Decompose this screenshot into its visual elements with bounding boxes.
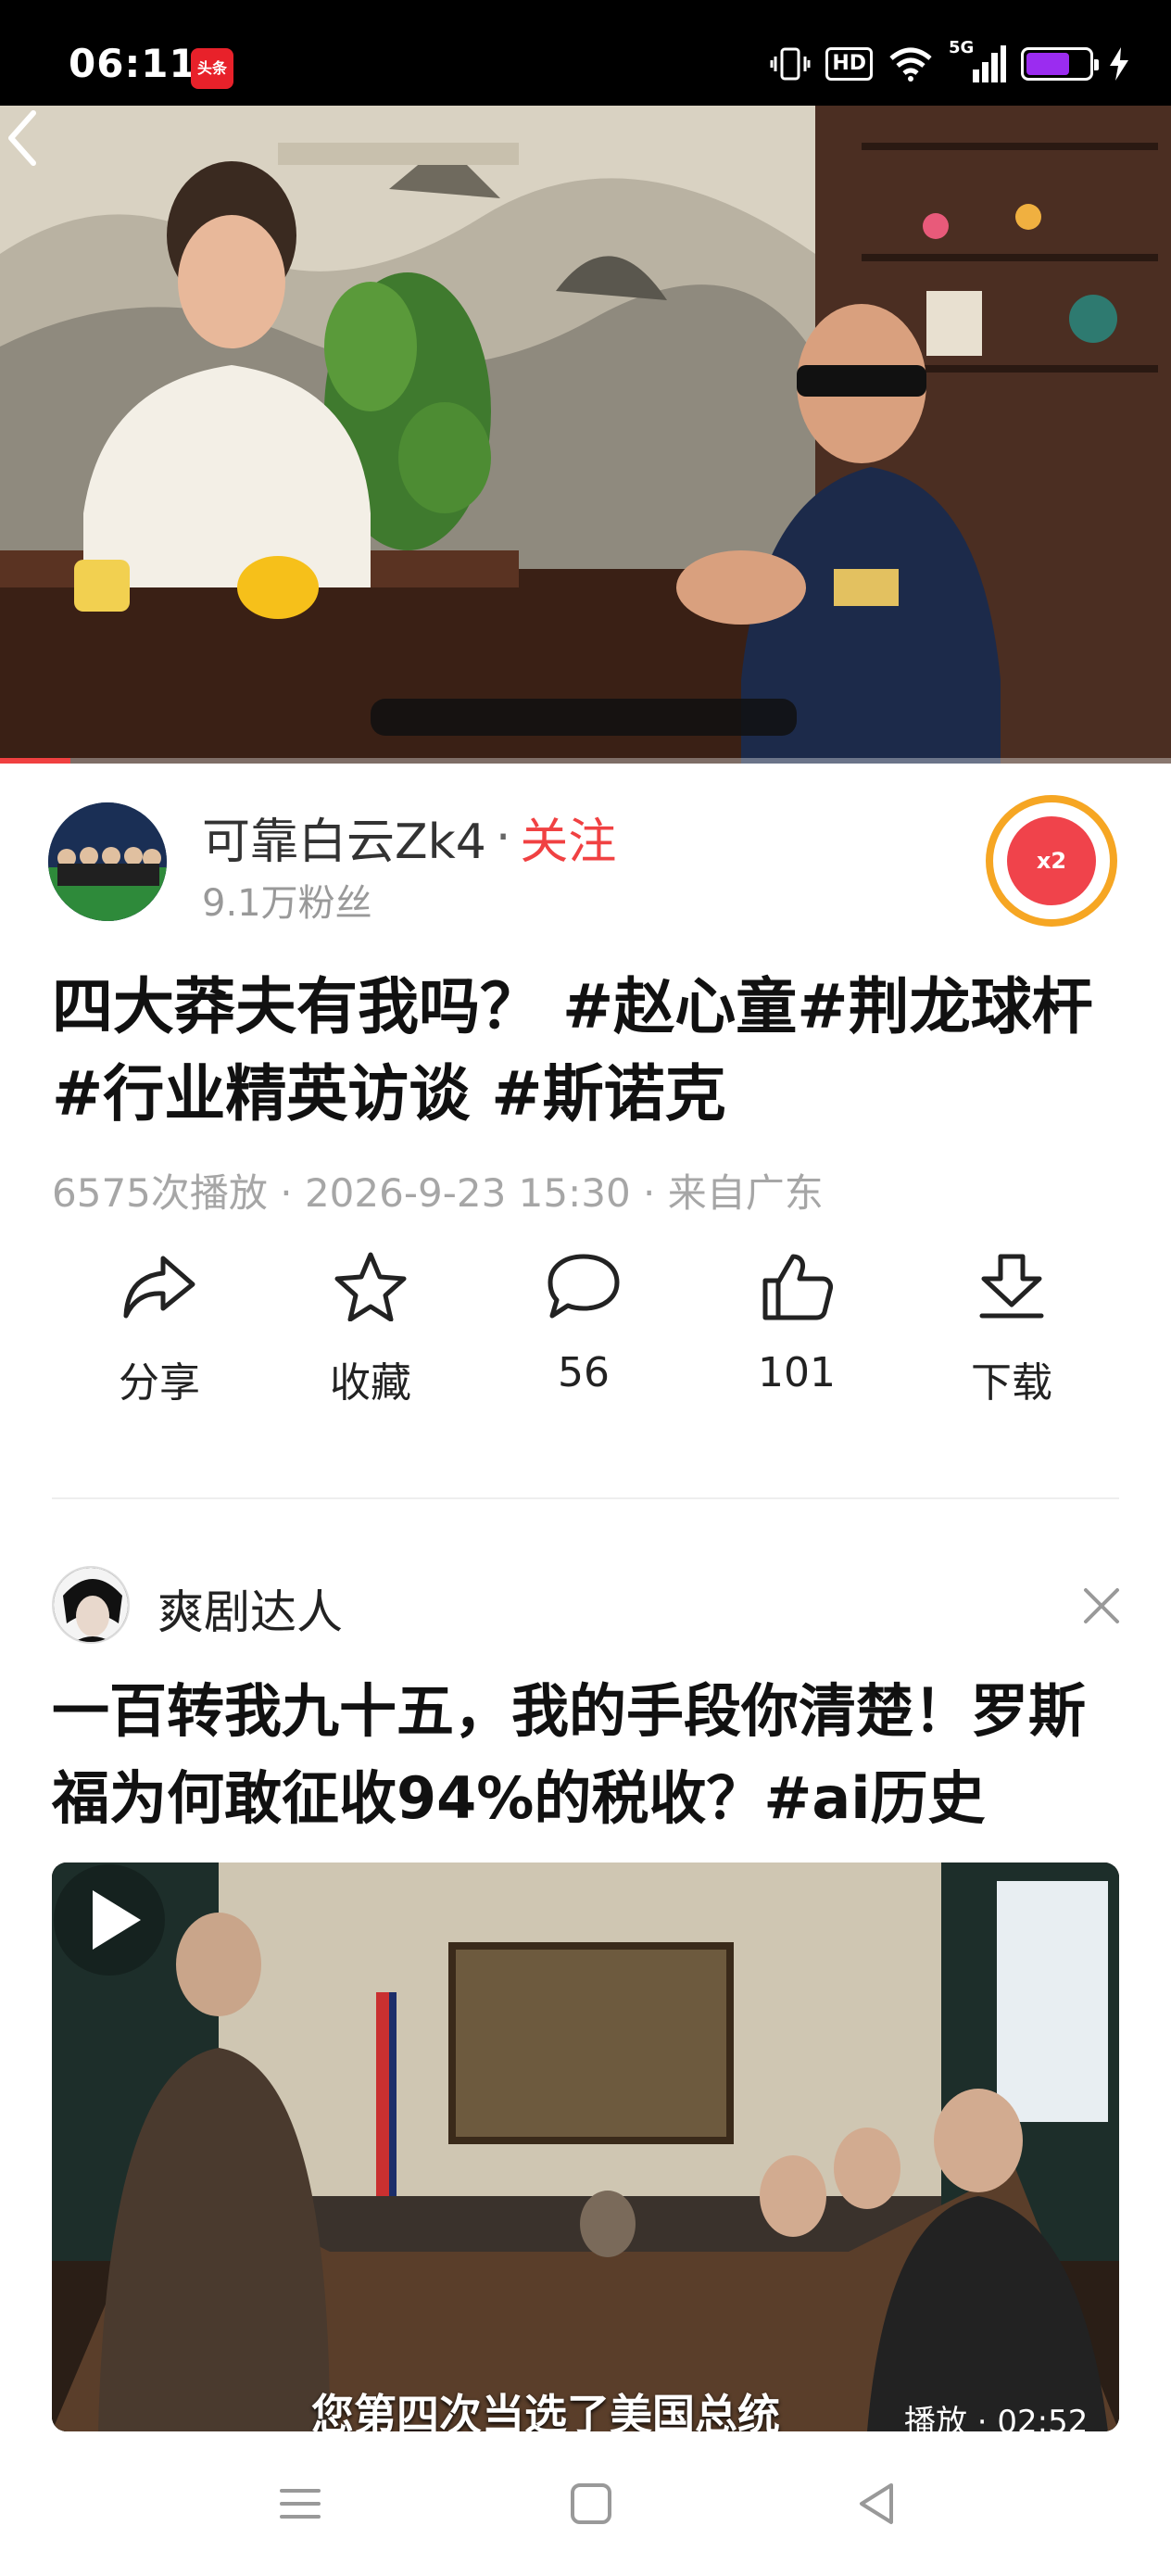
thumbnail-subtitle: 您第四次当选了美国总统 (311, 2390, 780, 2431)
thumbs-up-icon (762, 1254, 833, 1320)
comment-button[interactable]: 56 (510, 1251, 658, 1396)
favorite-label: 收藏 (330, 1359, 411, 1407)
post-meta: 6575次播放 · 2026-9-23 15:30 · 来自广东 (52, 1170, 824, 1216)
status-icons: HD 5G (770, 38, 1130, 87)
video-progress-fill (0, 758, 70, 764)
author-name[interactable]: 可靠白云Zk4 (202, 802, 486, 872)
share-label: 分享 (119, 1359, 200, 1407)
vibrate-icon (770, 47, 811, 81)
fans-count: 9.1万粉丝 (202, 882, 372, 925)
download-button[interactable]: 下载 (938, 1251, 1086, 1408)
thumbnail-image (52, 1863, 1119, 2431)
share-icon (123, 1256, 195, 1319)
thumbnail-duration: 播放 · 02:52 (904, 2404, 1089, 2431)
comment-count: 56 (558, 1349, 610, 1396)
card-author-name[interactable]: 爽剧达人 (157, 1575, 343, 1642)
hd-badge: HD (825, 47, 873, 81)
battery-icon (1021, 47, 1099, 81)
status-bar: 06:11 头条 HD 5G (0, 0, 1171, 106)
home-icon[interactable] (565, 2478, 617, 2530)
download-label: 下载 (971, 1359, 1052, 1407)
wifi-icon (889, 47, 932, 82)
avatar[interactable] (48, 802, 167, 921)
follow-button[interactable]: 关注 (520, 802, 616, 872)
back-button[interactable] (0, 106, 46, 170)
battery-fill (1026, 53, 1070, 75)
divider (52, 1497, 1119, 1499)
reward-label: x2 (1036, 848, 1067, 874)
like-button[interactable]: 101 (723, 1251, 871, 1396)
card-avatar[interactable] (52, 1566, 130, 1644)
comment-icon (548, 1254, 620, 1319)
post-title: 四大莽夫有我吗？ #赵心童#荆龙球杆 #行业精英访谈 #斯诺克 (52, 971, 1093, 1130)
system-nav-bar (0, 2433, 1171, 2576)
favorite-button[interactable]: 收藏 (296, 1251, 445, 1408)
play-icon[interactable] (52, 1863, 167, 1977)
menu-icon[interactable] (274, 2478, 326, 2530)
reward-badge[interactable]: x2 (986, 795, 1117, 927)
star-icon (334, 1252, 407, 1321)
video-frame (0, 106, 1171, 764)
author-name-row: 可靠白云Zk4 · 关注 (202, 802, 616, 872)
video-player[interactable] (0, 106, 1171, 764)
back-icon[interactable] (850, 2478, 902, 2530)
signal-icon: 5G (949, 38, 1006, 84)
download-icon (979, 1254, 1044, 1319)
card-title[interactable]: 一百转我九十五，我的手段你清楚！罗斯福为何敢征收94%的税收？#ai历史 (52, 1668, 1127, 1842)
video-progress-bar[interactable] (0, 758, 1171, 764)
like-count: 101 (758, 1349, 836, 1396)
card-thumbnail[interactable]: 您第四次当选了美国总统 播放 · 02:52 (52, 1863, 1119, 2431)
status-time: 06:11 (69, 41, 197, 86)
toutiao-app-icon: 头条 (191, 48, 233, 89)
share-button[interactable]: 分享 (85, 1251, 233, 1408)
close-icon[interactable] (1080, 1585, 1123, 1627)
separator-dot: · (495, 809, 511, 865)
red-packet-icon: x2 (1007, 816, 1096, 905)
charging-icon (1110, 47, 1128, 81)
